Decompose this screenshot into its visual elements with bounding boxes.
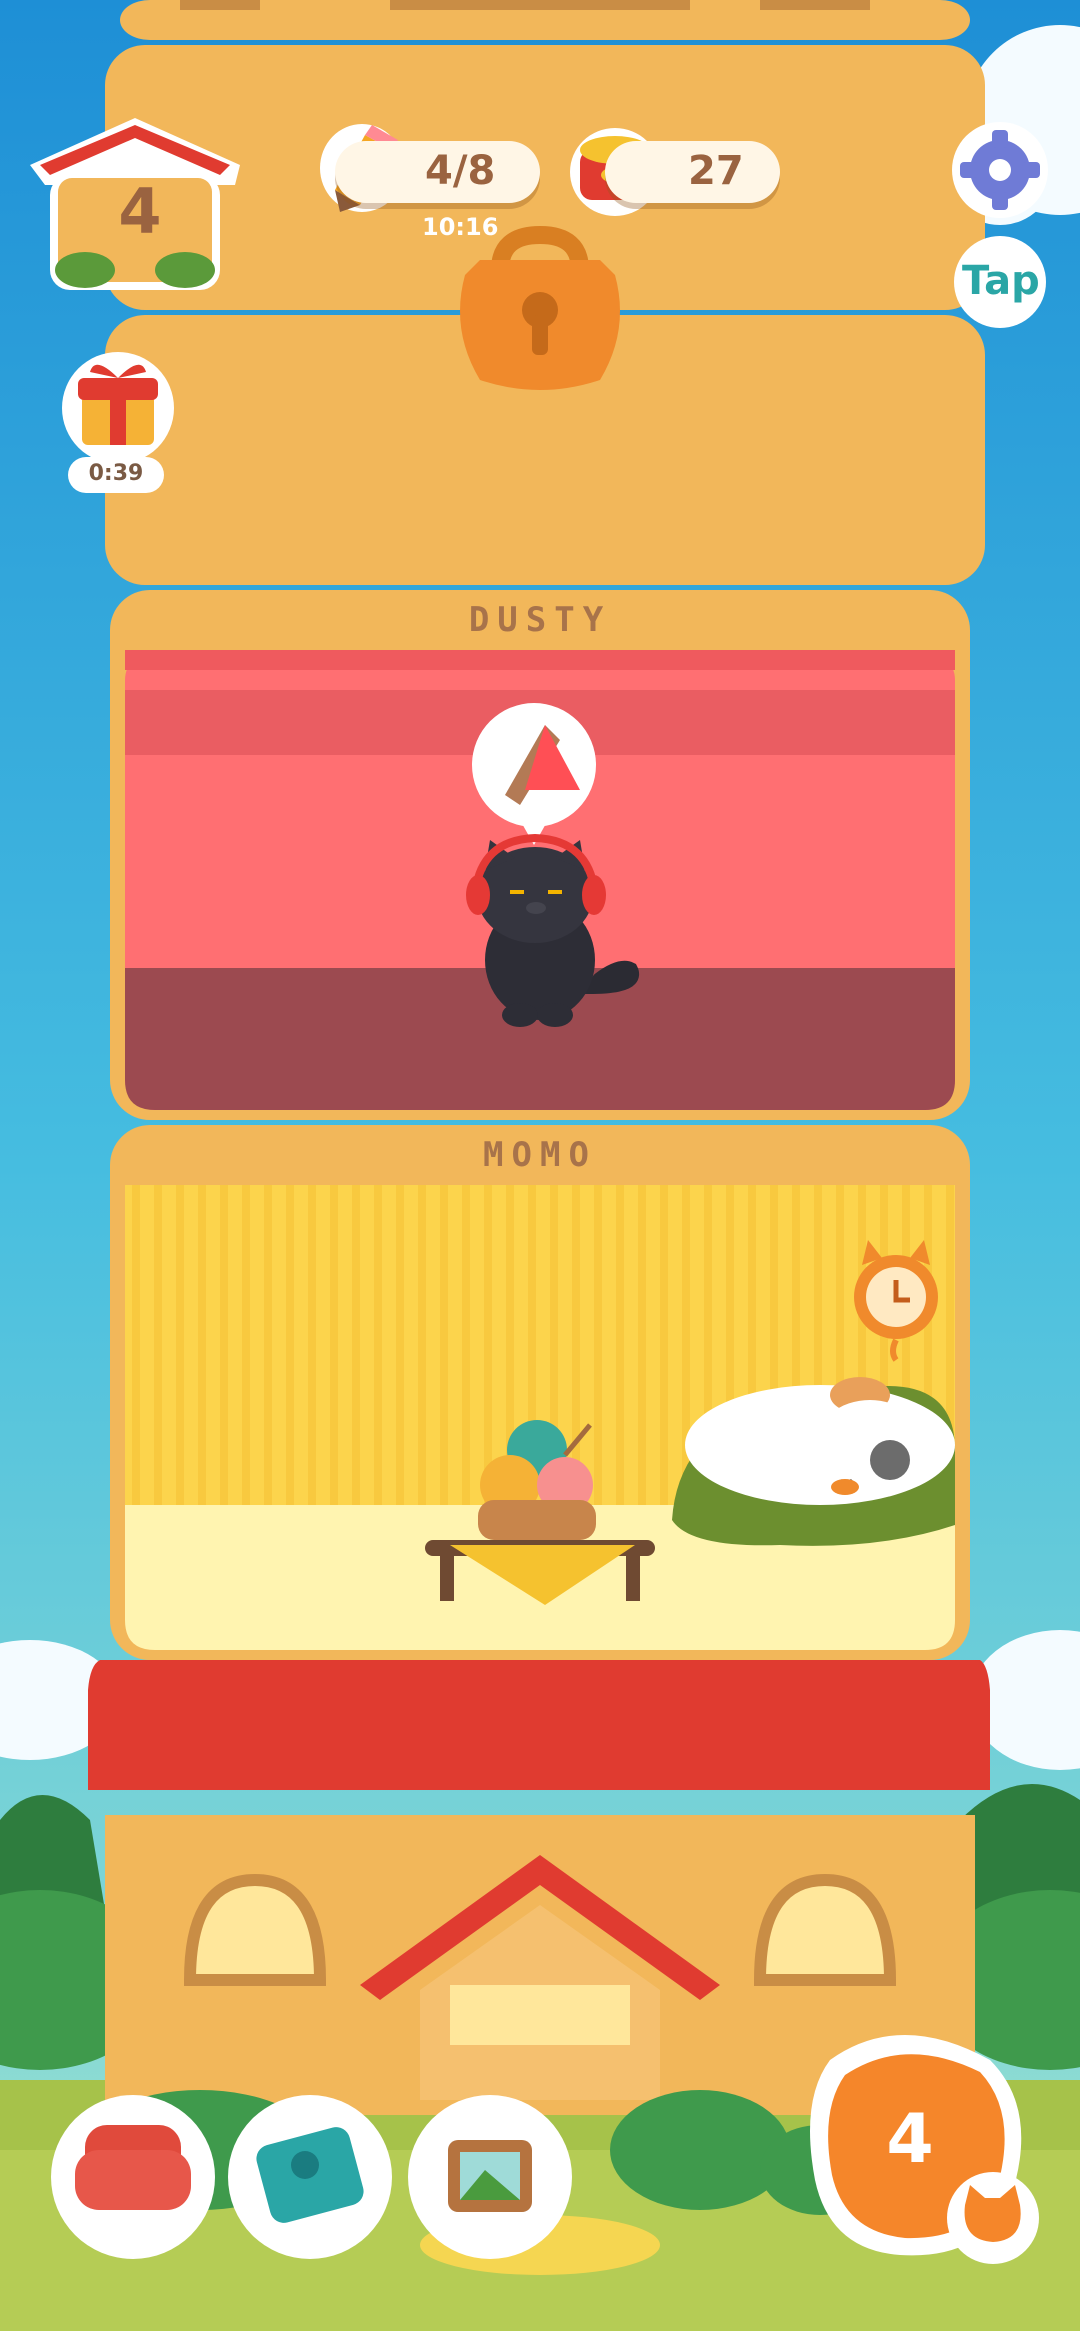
furniture-button[interactable] xyxy=(51,2095,215,2259)
can-count: 27 xyxy=(688,148,744,194)
pencil-count: 4/8 xyxy=(425,148,496,194)
tap-label: Tap xyxy=(962,258,1040,304)
photos-button[interactable] xyxy=(408,2095,572,2259)
level-badge-number: 4 xyxy=(886,2100,934,2179)
pencil-timer: 10:16 xyxy=(422,213,499,241)
room-name-momo: MOMO xyxy=(483,1135,597,1175)
room-name-dusty: DUSTY xyxy=(468,600,612,640)
gift-timer: 0:39 xyxy=(88,461,144,486)
tower-level: 4 xyxy=(118,175,162,248)
gift-icon[interactable] xyxy=(62,352,174,464)
gear-icon[interactable] xyxy=(952,122,1048,218)
catalog-button[interactable] xyxy=(228,2095,392,2259)
